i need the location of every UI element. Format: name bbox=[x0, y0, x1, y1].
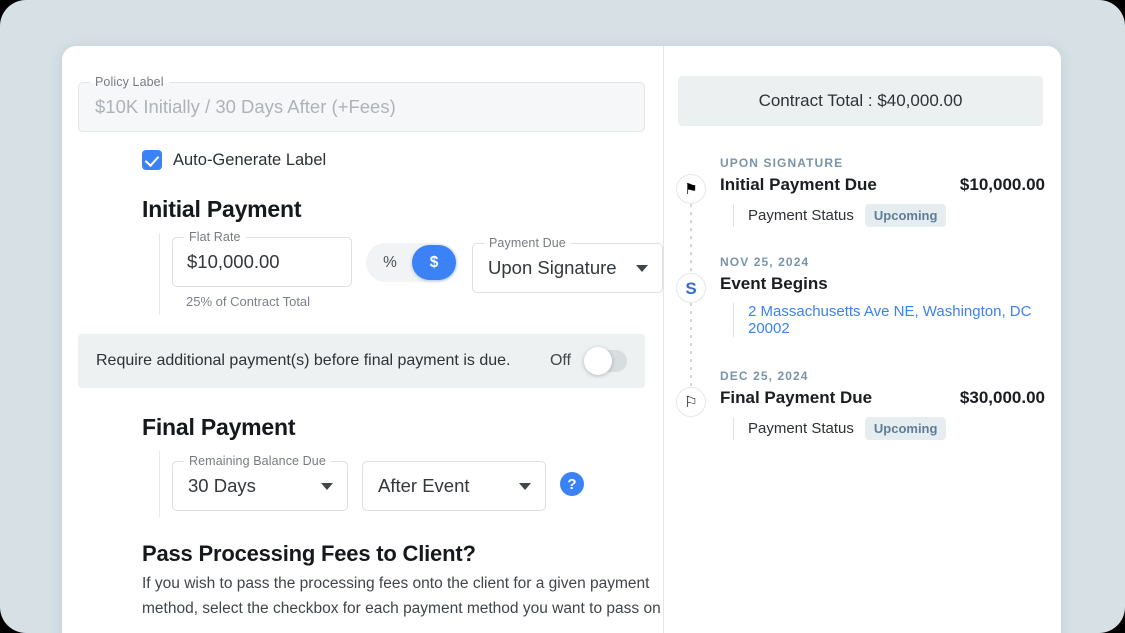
flag-icon: ⚑ bbox=[676, 174, 706, 204]
timeline-title: Event Begins bbox=[720, 274, 1045, 294]
final-payment-heading: Final Payment bbox=[142, 414, 663, 441]
remaining-balance-legend: Remaining Balance Due bbox=[184, 455, 331, 468]
payment-timeline: ⚑ Upon Signature Initial Payment Due $10… bbox=[676, 156, 1045, 440]
timeline-connector bbox=[690, 204, 692, 276]
timeline-address-row[interactable]: 2 Massachusetts Ave NE, Washington, DC 2… bbox=[733, 303, 1045, 337]
timeline-item-initial-payment[interactable]: ⚑ Upon Signature Initial Payment Due $10… bbox=[720, 156, 1045, 227]
processing-fees-description: If you wish to pass the processing fees … bbox=[142, 571, 672, 621]
processing-fees-block: Pass Processing Fees to Client? If you w… bbox=[142, 541, 672, 621]
flat-rate-wrapper: Flat Rate $10,000.00 25% of Contract Tot… bbox=[172, 237, 352, 309]
require-additional-payments-bar[interactable]: Require additional payment(s) before fin… bbox=[78, 334, 645, 388]
status-badge: Upcoming bbox=[865, 204, 947, 227]
auto-generate-label-text: Auto-Generate Label bbox=[173, 151, 326, 170]
remaining-balance-select[interactable]: Remaining Balance Due 30 Days bbox=[172, 461, 348, 511]
chevron-down-icon bbox=[519, 483, 531, 490]
payment-policy-card: Policy Label $10K Initially / 30 Days Af… bbox=[62, 46, 1061, 633]
processing-fees-heading: Pass Processing Fees to Client? bbox=[142, 541, 672, 567]
auto-generate-checkbox[interactable] bbox=[142, 150, 162, 170]
payment-due-value: Upon Signature bbox=[473, 244, 662, 292]
timeline-date: Upon Signature bbox=[720, 156, 1045, 170]
require-additional-payments-state: Off bbox=[550, 352, 571, 370]
payment-status-label: Payment Status bbox=[748, 420, 854, 437]
s-logo-icon: S bbox=[676, 273, 706, 303]
timeline-connector bbox=[690, 303, 692, 391]
unit-toggle-group[interactable]: % $ bbox=[366, 243, 458, 282]
dollar-toggle-option[interactable]: $ bbox=[412, 245, 456, 280]
timeline-item-event-begins[interactable]: S Nov 25, 2024 Event Begins 2 Massachuse… bbox=[720, 255, 1045, 337]
payment-timing-value: After Event bbox=[363, 462, 545, 510]
timeline-item-final-payment[interactable]: ⚐ Dec 25, 2024 Final Payment Due $30,000… bbox=[720, 369, 1045, 440]
payment-timing-select[interactable]: After Event bbox=[362, 461, 546, 511]
timeline-title: Initial Payment Due bbox=[720, 175, 960, 195]
flat-rate-legend: Flat Rate bbox=[184, 231, 246, 244]
timeline-main-row: Initial Payment Due $10,000.00 bbox=[720, 175, 1045, 195]
policy-label-value: $10K Initially / 30 Days After (+Fees) bbox=[79, 83, 644, 131]
initial-payment-group: Flat Rate $10,000.00 25% of Contract Tot… bbox=[159, 237, 663, 309]
policy-label-input[interactable]: Policy Label $10K Initially / 30 Days Af… bbox=[78, 82, 645, 132]
require-additional-payments-toggle[interactable] bbox=[585, 350, 627, 372]
payment-status-label: Payment Status bbox=[748, 207, 854, 224]
payment-timeline-pane: Contract Total : $40,000.00 ⚑ Upon Signa… bbox=[664, 46, 1061, 633]
timeline-date: Dec 25, 2024 bbox=[720, 369, 1045, 383]
payment-settings-pane: Policy Label $10K Initially / 30 Days Af… bbox=[62, 46, 663, 633]
toggle-knob bbox=[584, 347, 612, 375]
require-additional-payments-text: Require additional payment(s) before fin… bbox=[96, 352, 550, 370]
checkered-flag-icon: ⚐ bbox=[676, 387, 706, 417]
flat-rate-hint: 25% of Contract Total bbox=[186, 294, 352, 309]
contract-total-banner: Contract Total : $40,000.00 bbox=[678, 76, 1043, 126]
auto-generate-label-row[interactable]: Auto-Generate Label bbox=[142, 150, 663, 170]
timeline-date: Nov 25, 2024 bbox=[720, 255, 1045, 269]
timeline-amount: $10,000.00 bbox=[960, 175, 1045, 195]
event-address-link[interactable]: 2 Massachusetts Ave NE, Washington, DC 2… bbox=[748, 303, 1045, 337]
chevron-down-icon bbox=[321, 483, 333, 490]
policy-label-legend: Policy Label bbox=[90, 76, 169, 89]
payment-due-legend: Payment Due bbox=[484, 237, 571, 250]
timeline-main-row: Event Begins bbox=[720, 274, 1045, 294]
percent-toggle-option[interactable]: % bbox=[368, 245, 412, 280]
final-payment-group: Remaining Balance Due 30 Days After Even… bbox=[159, 455, 663, 511]
timeline-amount: $30,000.00 bbox=[960, 388, 1045, 408]
status-badge: Upcoming bbox=[865, 417, 947, 440]
flat-rate-input[interactable]: Flat Rate $10,000.00 bbox=[172, 237, 352, 287]
chevron-down-icon bbox=[636, 265, 648, 272]
app-background: Policy Label $10K Initially / 30 Days Af… bbox=[0, 0, 1125, 633]
timeline-status-row: Payment Status Upcoming bbox=[733, 204, 1045, 227]
initial-payment-row: Flat Rate $10,000.00 25% of Contract Tot… bbox=[172, 237, 663, 309]
help-icon[interactable]: ? bbox=[560, 472, 584, 496]
flat-rate-value: $10,000.00 bbox=[173, 238, 351, 286]
payment-due-select[interactable]: Payment Due Upon Signature bbox=[472, 243, 663, 293]
timeline-status-row: Payment Status Upcoming bbox=[733, 417, 1045, 440]
timeline-title: Final Payment Due bbox=[720, 388, 960, 408]
final-payment-row: Remaining Balance Due 30 Days After Even… bbox=[172, 455, 663, 511]
initial-payment-heading: Initial Payment bbox=[142, 196, 663, 223]
timeline-main-row: Final Payment Due $30,000.00 bbox=[720, 388, 1045, 408]
